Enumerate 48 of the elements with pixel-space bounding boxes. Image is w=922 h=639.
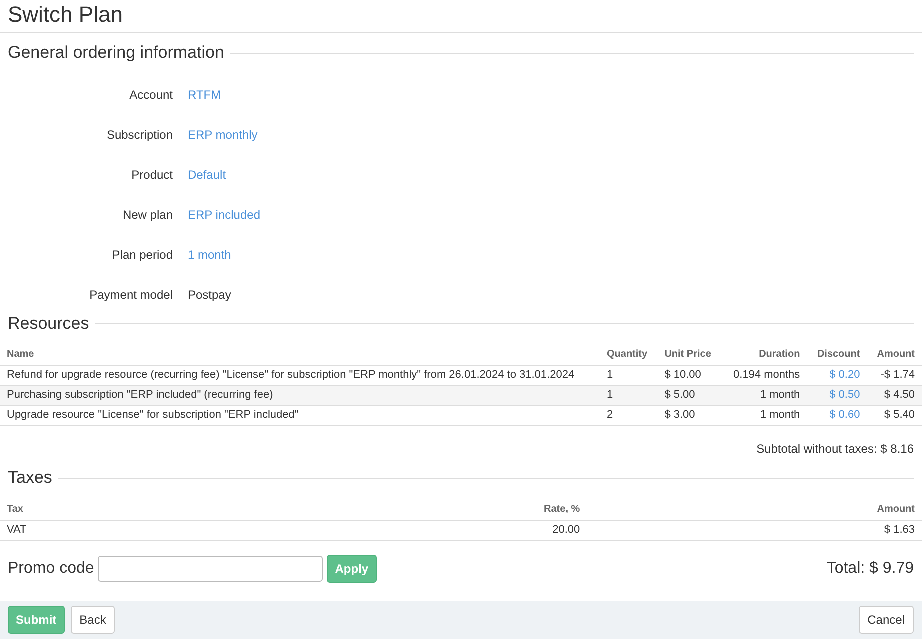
field-label: Payment model [88,286,173,304]
field-link[interactable]: ERP included [188,208,260,222]
table-cell: Purchasing subscription "ERP included" (recurring fee) [0,386,600,406]
table-cell: $ 5.00 [658,386,722,406]
column-header: Amount [587,498,922,520]
discount-link[interactable]: $ 0.20 [830,369,860,382]
table-cell: $ 1.63 [587,520,922,540]
cancel-button[interactable]: Cancel [858,606,914,634]
page-title: Switch Plan [0,0,922,34]
table-cell: $ 4.50 [867,386,922,406]
total-text: Total: $ 9.79 [826,558,914,579]
section-heading: Taxes [8,468,52,489]
field-label: Plan period [111,246,173,264]
apply-button[interactable]: Apply [327,554,377,583]
column-header: Name [0,344,600,366]
column-header: Unit Price [658,344,722,366]
table-cell: VAT [0,520,218,540]
field-link[interactable]: RTFM [188,88,222,102]
subtotal-text: Subtotal without taxes: $ 8.16 [756,441,915,458]
field-link[interactable]: 1 month [188,248,232,262]
column-header: Quantity [600,344,658,366]
back-button[interactable]: Back [70,606,116,634]
field-link[interactable]: ERP monthly [188,128,258,142]
table-cell: Upgrade resource "License" for subscription "ERP included" [0,406,600,426]
discount-link[interactable]: $ 0.60 [830,409,860,422]
promo-code-input[interactable] [98,556,324,582]
column-header: Amount [867,344,922,366]
promo-label: Promo code [8,558,94,579]
column-header: Duration [722,344,808,366]
column-header: Tax [0,498,218,520]
field-link[interactable]: Default [188,168,226,182]
table-cell: 20.00 [218,520,588,540]
section-heading: Resources [8,314,90,334]
field-value: Postpay [188,286,232,304]
section-heading: General ordering information [8,43,224,64]
field-label: Account [128,86,173,104]
field-label: New plan [122,206,173,224]
field-label: Product [130,166,173,184]
table-cell: 1 month [722,406,808,426]
column-header: Discount [807,344,868,366]
table-cell: 1 [600,386,658,406]
column-header: Rate, % [218,498,588,520]
table-cell: 1 month [722,386,808,406]
table-cell: $ 5.40 [867,406,922,426]
table-cell: $ 3.00 [658,406,722,426]
field-label: Subscription [106,126,173,144]
submit-button[interactable]: Submit [8,606,65,634]
table-cell: 2 [600,406,658,426]
